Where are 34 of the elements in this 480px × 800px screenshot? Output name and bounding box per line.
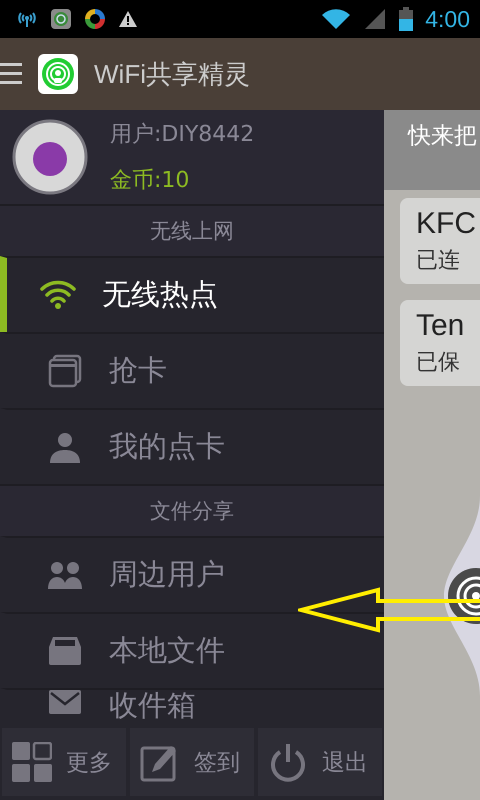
bottom-button[interactable]: 签到: [130, 728, 254, 796]
power-icon: [268, 742, 308, 782]
mail-icon: [47, 690, 83, 714]
clock-time: 4:00: [425, 6, 470, 32]
network-status: 已保: [416, 349, 461, 377]
coin-count: 金币:10: [110, 167, 190, 195]
bottom-button[interactable]: 更多: [2, 728, 126, 796]
bottom-button[interactable]: 退出: [258, 728, 382, 796]
people-icon: [47, 561, 83, 589]
window-icon: [47, 354, 83, 388]
avatar-icon[interactable]: [12, 119, 88, 195]
warning-icon: [118, 10, 138, 28]
network-status: 已连: [416, 247, 461, 275]
battery-icon: [399, 7, 414, 31]
network-card[interactable]: KFC 已连: [400, 198, 480, 284]
section-header: 文件分享: [0, 484, 384, 536]
colorful-ring-icon: [84, 8, 106, 30]
person-icon: [47, 431, 83, 463]
app-title: WiFi共享精灵: [94, 58, 250, 90]
menu-item[interactable]: 无线热点: [0, 256, 384, 332]
app-logo-icon: [38, 54, 78, 94]
wifi-icon: [321, 8, 352, 30]
network-name: Ten: [416, 309, 466, 343]
wifi-icon: [40, 280, 76, 310]
section-header: 无线上网: [0, 204, 384, 256]
network-card[interactable]: Ten 已保: [400, 300, 480, 386]
user-name: 用户:DIY8442: [110, 121, 254, 149]
cell-signal-icon: [363, 8, 388, 30]
grid-icon: [12, 742, 52, 782]
menu-icon[interactable]: [0, 61, 22, 87]
box-icon: [47, 637, 83, 665]
banner-text: 快来把: [408, 122, 477, 151]
app-notification-icon: [50, 8, 72, 30]
network-name: KFC: [416, 207, 477, 241]
